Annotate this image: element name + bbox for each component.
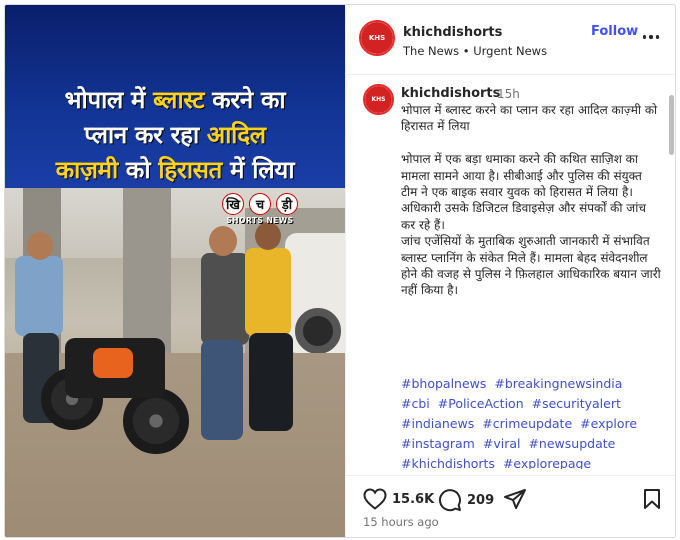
hashtag-link[interactable]: #breakingnewsindia xyxy=(494,376,622,391)
avatar-text: KHS xyxy=(365,86,392,113)
avatar-text: KHS xyxy=(361,22,393,54)
hashtag-link[interactable]: #viral xyxy=(483,436,521,451)
header-avatar[interactable]: KHS xyxy=(359,20,395,56)
caption-scrollbar[interactable] xyxy=(669,85,675,465)
heart-icon[interactable] xyxy=(363,488,387,510)
hashtag-link[interactable]: #instagram xyxy=(401,436,475,451)
logo-subtitle: SHORTS NEWS xyxy=(226,216,294,225)
person-right xyxy=(245,248,291,336)
bookmark-icon[interactable] xyxy=(643,488,661,510)
action-bar: 15.6K 209 xyxy=(346,475,675,515)
hashtag-link[interactable]: #crimeupdate xyxy=(482,416,572,431)
headline-highlight: आदिल xyxy=(206,121,266,149)
hashtag-link[interactable]: #securityalert xyxy=(532,396,621,411)
hashtag-link[interactable]: #explore xyxy=(580,416,637,431)
hashtag-link[interactable]: #explorepage xyxy=(503,456,591,469)
hashtag-link[interactable]: #khichdishorts xyxy=(401,456,495,469)
comment-count[interactable]: 209 xyxy=(467,493,494,508)
logo-letter: ड़ी xyxy=(276,193,298,215)
hashtag-list: #bhopalnews #breakingnewsindia #cbi #Pol… xyxy=(401,374,663,469)
more-icon[interactable] xyxy=(641,27,661,47)
follow-button[interactable]: Follow xyxy=(591,24,638,39)
headline-banner: भोपाल में ब्लास्ट करने का प्लान कर रहा आ… xyxy=(5,5,345,188)
headline-part: करने का xyxy=(204,86,286,114)
scrollbar-thumb[interactable] xyxy=(669,95,674,155)
hashtag-link[interactable]: #indianews xyxy=(401,416,474,431)
person-middle-legs xyxy=(201,340,243,440)
person-middle xyxy=(201,253,249,345)
comment-button[interactable]: 209 xyxy=(438,488,494,512)
caption-area[interactable]: KHS khichdishorts 15h भोपाल में ब्लास्ट … xyxy=(346,76,668,469)
media-watermark-logo: खि च ड़ी SHORTS NEWS xyxy=(215,193,305,233)
like-count[interactable]: 15.6K xyxy=(392,492,434,507)
headline-part: को xyxy=(117,156,159,184)
hashtag-link[interactable]: #newsupdate xyxy=(528,436,615,451)
bike-tank xyxy=(93,348,133,378)
share-button[interactable] xyxy=(503,488,527,510)
post-window: भोपाल में ब्लास्ट करने का प्लान कर रहा आ… xyxy=(4,4,676,538)
caption-avatar[interactable]: KHS xyxy=(363,84,394,115)
hashtag-link[interactable]: #PoliceAction xyxy=(438,396,524,411)
headline-highlight: हिरासत xyxy=(158,156,223,184)
like-button[interactable]: 15.6K xyxy=(363,488,434,510)
hashtag-link[interactable]: #bhopalnews xyxy=(401,376,486,391)
caption-time: 15h xyxy=(497,87,520,101)
car-wheel xyxy=(295,308,341,354)
comment-icon[interactable] xyxy=(438,488,462,512)
post-media[interactable]: भोपाल में ब्लास्ट करने का प्लान कर रहा आ… xyxy=(5,5,345,537)
headline-highlight: काज़मी xyxy=(55,156,118,184)
header-username[interactable]: khichdishorts xyxy=(403,25,502,40)
header-subtitle[interactable]: The News • Urgent News xyxy=(403,44,547,58)
scene-pillar xyxy=(123,188,171,363)
share-icon[interactable] xyxy=(503,488,527,510)
logo-letter: खि xyxy=(222,193,244,215)
caption-text: भोपाल में ब्लास्ट करने का प्लान कर रहा आ… xyxy=(401,103,661,298)
save-button[interactable] xyxy=(643,488,661,510)
headline-part: भोपाल में xyxy=(64,86,154,114)
person-left-head xyxy=(27,232,53,260)
caption-username[interactable]: khichdishorts xyxy=(401,86,500,101)
hashtag-link[interactable]: #cbi xyxy=(401,396,430,411)
post-timestamp: 15 hours ago xyxy=(363,515,439,529)
photo-scene xyxy=(5,188,345,537)
headline-part: में लिया xyxy=(222,156,295,184)
headline-part: प्लान कर रहा xyxy=(84,121,207,149)
headline-highlight: ब्लास्ट xyxy=(153,86,205,114)
logo-letter: च xyxy=(249,193,271,215)
person-right-legs xyxy=(249,333,293,431)
post-header: KHS khichdishorts The News • Urgent News… xyxy=(346,5,675,75)
person-left xyxy=(15,256,63,336)
media-headline: भोपाल में ब्लास्ट करने का प्लान कर रहा आ… xyxy=(15,83,335,188)
post-details-panel: KHS khichdishorts The News • Urgent News… xyxy=(345,5,675,537)
